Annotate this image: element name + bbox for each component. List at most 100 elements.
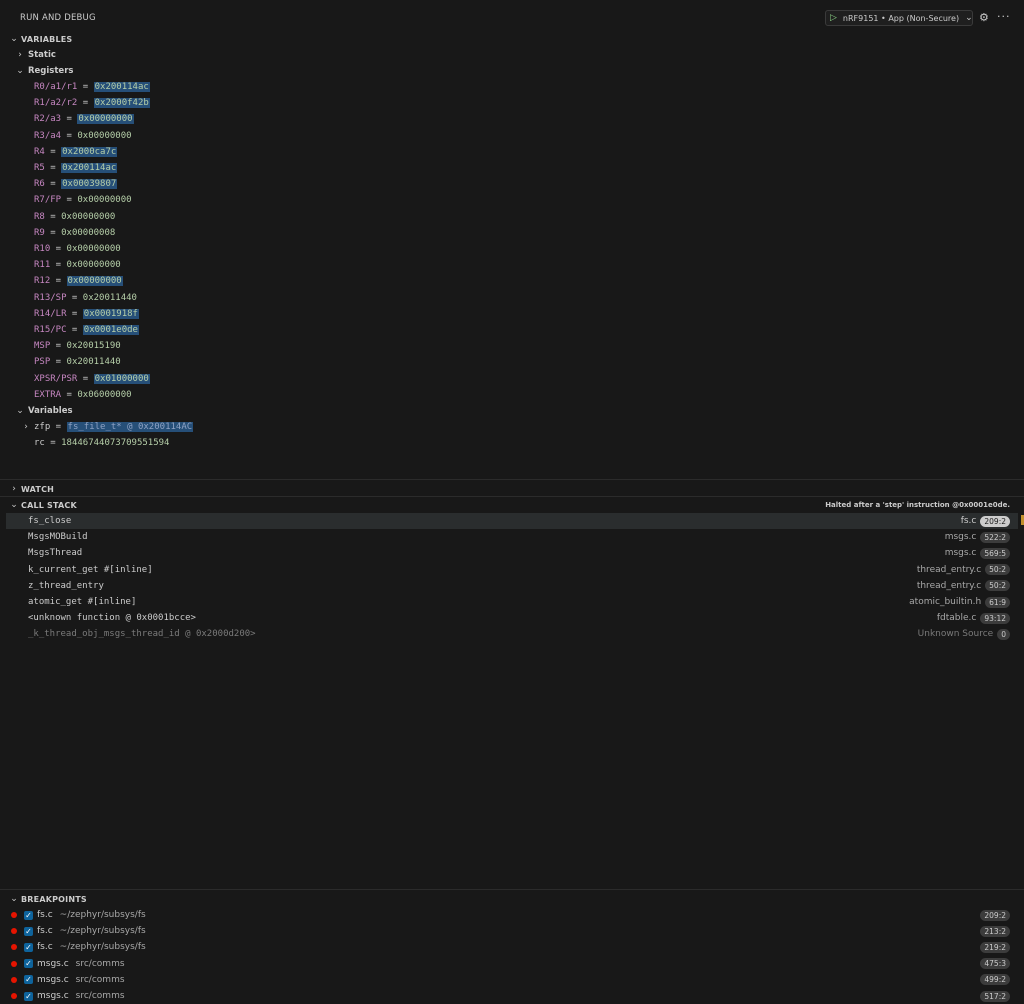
breakpoint-row[interactable]: ✓ msgs.c src/comms 499:2 [0,972,1024,988]
register-value: 0x2000f42b [93,98,150,109]
frame-function: MsgsThread [28,548,83,559]
breakpoint-checkbox[interactable]: ✓ [24,975,33,985]
breakpoint-checkbox[interactable]: ✓ [24,910,33,920]
equals-sign: = [50,357,67,368]
breakpoint-line-badge: 209:2 [980,909,1010,921]
watch-section-header[interactable]: › WATCH [0,481,1024,497]
breakpoint-line-badge: 219:2 [980,941,1010,953]
equals-sign: = [50,260,67,271]
breakpoint-row[interactable]: ✓ fs.c ~/zephyr/subsys/fs 213:2 [0,923,1024,939]
frame-function: MsgsMOBuild [28,532,88,543]
frame-source: fs.c [960,516,977,526]
call-stack-frame[interactable]: MsgsThread msgs.c 569:5 [6,545,1018,561]
call-stack-section-label: CALL STACK [21,500,77,510]
breakpoint-row[interactable]: ✓ fs.c ~/zephyr/subsys/fs 219:2 [0,939,1024,955]
breakpoint-row[interactable]: ✓ msgs.c src/comms 475:3 [0,956,1024,972]
play-icon[interactable]: ▷ [830,13,837,23]
register-row[interactable]: R2/a3 = 0x00000000 [0,111,1024,127]
chevron-down-icon[interactable]: ⌄ [965,13,973,23]
register-name: R4 [34,146,45,157]
more-actions-icon[interactable]: ··· [997,10,1011,23]
breakpoints-section-header[interactable]: ⌄ BREAKPOINTS [0,891,1024,907]
register-row[interactable]: R8 = 0x00000000 [0,209,1024,225]
breakpoint-checkbox[interactable]: ✓ [24,942,33,952]
register-row[interactable]: R6 = 0x00039807 [0,176,1024,192]
call-stack-frame[interactable]: z_thread_entry thread_entry.c 50:2 [6,578,1018,594]
breakpoint-path: src/comms [75,958,125,969]
chevron-right-icon: › [18,50,22,60]
variable-value: fs_file_t* @ 0x200114AC [66,422,194,432]
breakpoint-row[interactable]: ✓ fs.c ~/zephyr/subsys/fs 209:2 [0,907,1024,923]
frame-line-badge: 0 [997,628,1010,640]
breakpoint-dot-icon [11,976,17,983]
watch-section-label: WATCH [21,484,55,494]
register-name: R12 [34,276,51,287]
register-row[interactable]: R9 = 0x00000008 [0,225,1024,241]
scope-registers[interactable]: ⌄ Registers [0,63,1024,79]
frame-function: z_thread_entry [28,580,104,591]
launch-config-select[interactable]: ▷ nRF9151 • App (Non-Secure) ⌄ [825,10,973,26]
register-value: 0x00000000 [66,260,121,271]
call-stack-frame[interactable]: k_current_get #[inline] thread_entry.c 50:… [6,562,1018,578]
register-name: XPSR/PSR [34,373,78,384]
frame-source: thread_entry.c [916,564,982,575]
breakpoint-file: fs.c [37,926,53,937]
scope-static[interactable]: › Static [0,47,1024,63]
register-row[interactable]: MSP = 0x20015190 [0,338,1024,354]
register-name: R3/a4 [34,130,62,141]
register-name: R13/SP [34,292,67,303]
frame-source: msgs.c [944,532,977,543]
equals-sign: = [77,373,94,384]
register-value: 0x20015190 [66,341,121,352]
register-row[interactable]: R5 = 0x200114ac [0,160,1024,176]
call-stack-frame[interactable]: _k_thread_obj_msgs_thread_id @ 0x2000d20… [6,626,1018,642]
register-row[interactable]: PSP = 0x20011440 [0,354,1024,370]
register-row[interactable]: R11 = 0x00000000 [0,257,1024,273]
register-row[interactable]: R7/FP = 0x00000000 [0,192,1024,208]
register-value: 0x00000000 [66,276,123,287]
register-row[interactable]: R1/a2/r2 = 0x2000f42b [0,95,1024,111]
register-name: PSP [34,357,51,368]
call-stack-frame[interactable]: MsgsMOBuild msgs.c 522:2 [6,529,1018,545]
call-stack-frame[interactable]: atomic_get #[inline] atomic_builtin.h 61:9 [6,594,1018,610]
register-value: 0x0001e0de [82,325,139,335]
register-name: R10 [34,244,51,254]
register-row[interactable]: R15/PC = 0x0001e0de [0,322,1024,338]
equals-sign: = [61,389,78,400]
panel-title: RUN AND DEBUG [20,13,96,23]
register-row[interactable]: R13/SP = 0x20011440 [0,290,1024,306]
register-row[interactable]: R14/LR = 0x0001918f [0,306,1024,322]
breakpoint-line-badge: 213:2 [980,925,1010,937]
scope-variables[interactable]: ⌄ Variables [0,403,1024,419]
call-stack-section-header[interactable]: ⌄ CALL STACK Halted after a 'step' instr… [0,497,1024,513]
chevron-right-icon: › [12,484,16,494]
register-name: R11 [34,260,51,271]
register-row[interactable]: XPSR/PSR = 0x01000000 [0,371,1024,387]
equals-sign: = [50,276,67,287]
call-stack-frame[interactable]: <unknown function @ 0x0001bcce> fdtable.c… [6,610,1018,626]
equals-sign: = [61,130,78,141]
variable-row-zfp[interactable]: › zfp = fs_file_t* @ 0x200114AC [0,419,1024,435]
register-value: 0x01000000 [93,373,150,384]
breakpoint-checkbox[interactable]: ✓ [24,959,33,969]
frame-line-badge: 61:9 [985,596,1010,608]
register-row[interactable]: EXTRA = 0x06000000 [0,387,1024,403]
register-value: 0x200114ac [61,163,118,173]
register-row[interactable]: R4 = 0x2000ca7c [0,144,1024,160]
register-row[interactable]: R10 = 0x00000000 [0,241,1024,257]
gear-icon[interactable]: ⚙ [979,11,989,24]
variables-section-header[interactable]: ⌄ VARIABLES [0,31,1024,47]
breakpoint-checkbox[interactable]: ✓ [24,991,33,1001]
register-row[interactable]: R0/a1/r1 = 0x200114ac [0,79,1024,95]
register-row[interactable]: R12 = 0x00000000 [0,273,1024,289]
register-value: 0x00000000 [77,114,134,125]
breakpoint-checkbox[interactable]: ✓ [24,926,33,936]
chevron-right-icon[interactable]: › [21,422,31,432]
frame-source: Unknown Source [917,629,994,640]
equals-sign: = [50,341,67,352]
register-row[interactable]: R3/a4 = 0x00000000 [0,128,1024,144]
breakpoint-row[interactable]: ✓ msgs.c src/comms 517:2 [0,988,1024,1004]
variable-row-rc[interactable]: rc = 18446744073709551594 [0,435,1024,451]
register-value: 0x00000000 [66,244,121,254]
call-stack-frame[interactable]: fs_close fs.c 209:2 [6,513,1018,529]
